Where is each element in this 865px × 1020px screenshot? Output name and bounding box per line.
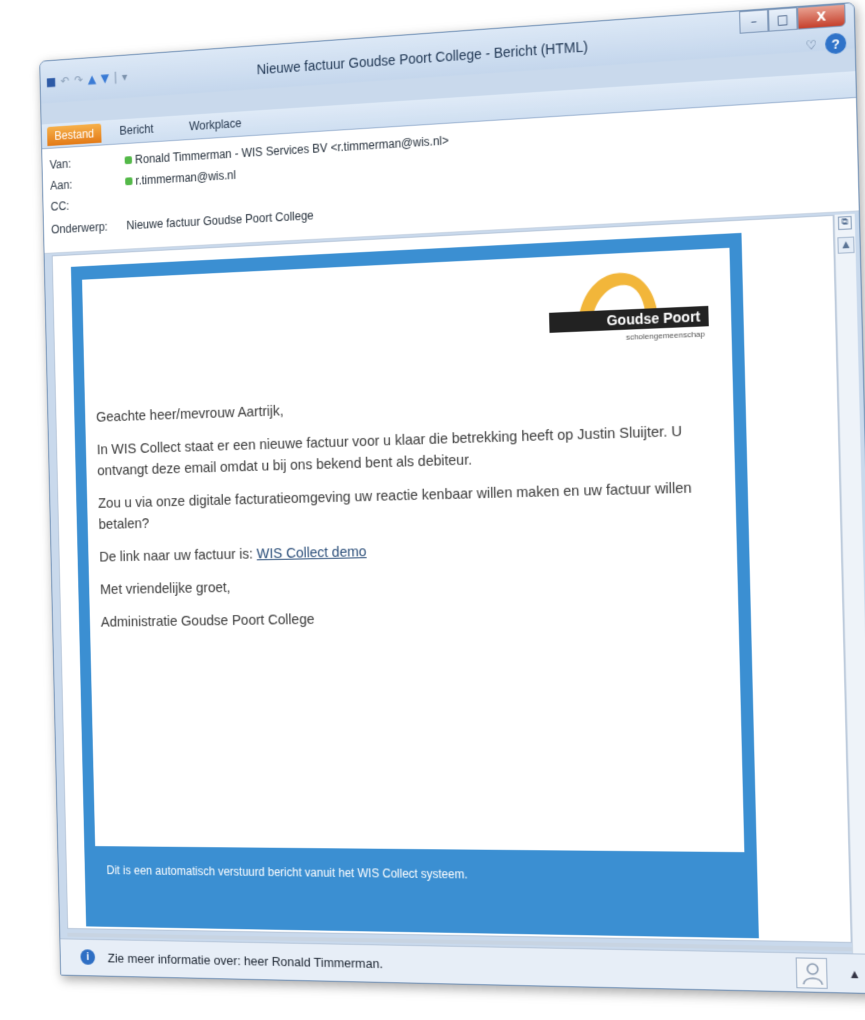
outlook-message-window: ■ ↶ ↷ ▲ ▼ | ▾ Nieuwe factuur Goudse Poor… [39,2,865,994]
to-row: Aan: r.timmerman@wis.nl [50,168,236,192]
avatar[interactable] [796,957,828,989]
quick-access-toolbar: ■ ↶ ↷ ▲ ▼ | ▾ [46,69,128,90]
toolbar-separator: | [113,70,117,86]
link-paragraph: De link naar uw factuur is: WIS Collect … [99,534,727,569]
close-button[interactable]: X [797,4,846,30]
reading-pane-icon[interactable]: ⧉ [838,216,852,230]
logo-subtitle: scholengemeenschap [626,329,705,341]
minimize-button[interactable]: – [739,9,768,34]
tab-workplace[interactable]: Workplace [189,116,242,133]
redo-icon[interactable]: ↷ [74,72,83,88]
from-label: Van: [50,154,123,172]
screenshot-stage: ■ ↶ ↷ ▲ ▼ | ▾ Nieuwe factuur Goudse Poor… [0,0,865,1020]
presence-icon [125,156,132,164]
window-title: Nieuwe factuur Goudse Poort College - Be… [256,38,588,77]
person-icon [800,961,826,986]
message-body: Goudse Poort scholengemeenschap Geachte … [52,215,852,943]
tab-bestand[interactable]: Bestand [47,124,102,147]
next-item-icon[interactable]: ▼ [101,70,110,86]
cc-label: CC: [50,196,123,214]
subject-row: Onderwerp: Nieuwe factuur Goudse Poort C… [51,209,314,237]
subject-label: Onderwerp: [51,219,124,236]
to-label: Aan: [50,175,123,193]
paragraph-1: In WIS Collect staat er een nieuwe factu… [97,419,725,482]
goudse-poort-logo: Goudse Poort scholengemeenschap [548,265,709,349]
email-content: Goudse Poort scholengemeenschap Geachte … [82,248,744,852]
people-info-text[interactable]: Zie meer informatie over: heer Ronald Ti… [108,951,384,971]
maximize-button[interactable]: □ [768,7,798,32]
scroll-up-button[interactable]: ▲ [837,236,854,253]
help-area: ♡ ? [805,33,846,56]
expand-people-pane-icon[interactable]: ▲ [848,967,861,982]
signature: Administratie Goudse Poort College [101,603,729,633]
email-text: Geachte heer/mevrouw Aartrijk, In WIS Co… [96,385,729,645]
to-text: r.timmerman@wis.nl [135,168,236,187]
email-footer: Dit is een automatisch verstuurd bericht… [106,863,467,881]
info-icon: i [80,949,95,965]
customize-toolbar-icon[interactable]: ▾ [122,69,128,85]
subject-value: Nieuwe factuur Goudse Poort College [126,209,313,233]
minimize-ribbon-icon[interactable]: ♡ [805,38,817,53]
window-controls: – □ X [739,4,846,34]
previous-item-icon[interactable]: ▲ [88,71,97,87]
paragraph-2: Zou u via onze digitale facturatieomgevi… [98,477,726,536]
to-value[interactable]: r.timmerman@wis.nl [125,168,236,188]
undo-icon[interactable]: ↶ [60,73,69,89]
wis-collect-demo-link[interactable]: WIS Collect demo [256,544,366,562]
help-icon[interactable]: ? [825,33,846,55]
cc-row: CC: [50,196,123,214]
tab-bericht[interactable]: Bericht [119,122,153,138]
save-icon[interactable]: ■ [46,74,57,90]
closing: Met vriendelijke groet, [100,568,728,600]
link-prefix: De link naar uw factuur is: [99,547,257,566]
email-frame: Goudse Poort scholengemeenschap Geachte … [71,233,759,938]
presence-icon [125,177,132,185]
